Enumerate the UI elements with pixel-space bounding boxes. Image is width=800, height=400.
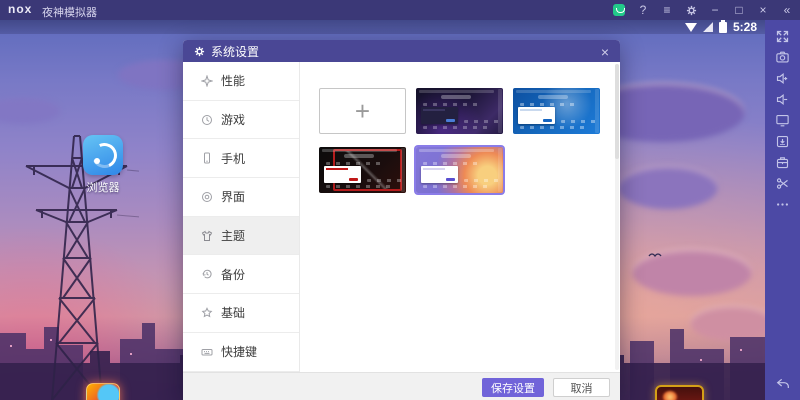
cancel-button[interactable]: 取消 bbox=[553, 378, 610, 397]
cloud bbox=[618, 165, 718, 209]
titlebar: nox 夜神模拟器 ? ≡ − □ × « bbox=[0, 0, 800, 20]
close-button[interactable]: × bbox=[756, 3, 770, 17]
more-icon[interactable] bbox=[765, 194, 800, 214]
help-icon[interactable]: ? bbox=[636, 3, 650, 17]
menu-item-basic[interactable]: 基础 bbox=[183, 294, 299, 333]
maximize-button[interactable]: □ bbox=[732, 3, 746, 17]
fullscreen-icon[interactable] bbox=[765, 26, 800, 46]
status-time: 5:28 bbox=[733, 20, 757, 34]
game-icon bbox=[200, 113, 213, 126]
menu-icon[interactable]: ≡ bbox=[660, 3, 674, 17]
dialog-footer: 保存设置 取消 bbox=[183, 372, 620, 400]
browser-app-label: 浏览器 bbox=[80, 179, 126, 195]
menu-item-label: 界面 bbox=[221, 188, 245, 205]
menu-item-interface[interactable]: 界面 bbox=[183, 178, 299, 217]
gear-icon bbox=[194, 46, 205, 57]
screenshot-icon[interactable] bbox=[765, 47, 800, 67]
theme-gallery: + bbox=[301, 62, 620, 372]
performance-icon bbox=[200, 74, 213, 87]
game-app-icon[interactable] bbox=[655, 385, 704, 400]
phone-icon bbox=[200, 152, 213, 165]
menu-item-label: 备份 bbox=[221, 266, 245, 283]
nox-logo: nox bbox=[8, 2, 32, 16]
theme-icon bbox=[200, 229, 213, 242]
bird bbox=[648, 252, 662, 258]
minimize-button[interactable]: − bbox=[708, 3, 722, 17]
backup-icon bbox=[200, 268, 213, 281]
settings-menu: 性能 游戏 手机 界面 主题 bbox=[183, 62, 300, 372]
back-icon[interactable] bbox=[765, 374, 800, 394]
virtual-key-icon[interactable] bbox=[765, 110, 800, 130]
menu-item-label: 游戏 bbox=[221, 111, 245, 128]
menu-item-label: 主题 bbox=[221, 227, 245, 244]
nox-emulator-window: nox 夜神模拟器 ? ≡ − □ × « bbox=[0, 0, 800, 400]
store-icon[interactable] bbox=[612, 3, 626, 17]
interface-icon bbox=[200, 190, 213, 203]
menu-item-label: 手机 bbox=[221, 150, 245, 167]
shared-folder-icon[interactable] bbox=[765, 152, 800, 172]
shake-icon[interactable] bbox=[765, 173, 800, 193]
theme-thumbnail-purple-selected[interactable] bbox=[416, 147, 503, 193]
volume-up-icon[interactable] bbox=[765, 68, 800, 88]
plus-icon: + bbox=[355, 96, 370, 127]
gear-icon[interactable] bbox=[684, 3, 698, 17]
scrollbar[interactable] bbox=[615, 64, 619, 370]
theme-thumbnail-dark[interactable] bbox=[416, 88, 503, 134]
theme-thumbnail-blue[interactable] bbox=[513, 88, 600, 134]
dialog-close-icon[interactable]: × bbox=[599, 42, 611, 62]
android-status-bar: 5:28 bbox=[0, 20, 765, 34]
menu-item-backup[interactable]: 备份 bbox=[183, 255, 299, 294]
browser-icon bbox=[83, 135, 123, 175]
menu-item-theme[interactable]: 主题 bbox=[183, 217, 299, 256]
browser-app-icon[interactable]: 浏览器 bbox=[80, 135, 126, 195]
collapse-icon[interactable]: « bbox=[780, 3, 794, 17]
dialog-header: 系统设置 × bbox=[183, 40, 620, 62]
dialog-title: 系统设置 bbox=[211, 43, 259, 60]
battery-icon bbox=[719, 22, 727, 33]
menu-item-performance[interactable]: 性能 bbox=[183, 62, 299, 101]
add-theme-button[interactable]: + bbox=[319, 88, 406, 134]
menu-item-label: 基础 bbox=[221, 304, 245, 321]
menu-item-game[interactable]: 游戏 bbox=[183, 101, 299, 140]
signal-icon bbox=[703, 22, 713, 32]
volume-down-icon[interactable] bbox=[765, 89, 800, 109]
game-app-icon[interactable] bbox=[86, 383, 120, 400]
menu-item-label: 性能 bbox=[221, 72, 245, 89]
shortcut-icon bbox=[200, 345, 213, 358]
basic-icon bbox=[200, 306, 213, 319]
menu-item-label: 快捷键 bbox=[221, 343, 257, 360]
window-title: 夜神模拟器 bbox=[42, 4, 97, 20]
menu-item-shortcut[interactable]: 快捷键 bbox=[183, 333, 299, 372]
install-apk-icon[interactable] bbox=[765, 131, 800, 151]
theme-thumbnail-red[interactable] bbox=[319, 147, 406, 193]
system-settings-dialog: 系统设置 × 性能 游戏 手机 界 bbox=[183, 40, 620, 400]
wifi-icon bbox=[685, 23, 697, 32]
menu-item-phone[interactable]: 手机 bbox=[183, 139, 299, 178]
save-settings-button[interactable]: 保存设置 bbox=[482, 378, 544, 397]
emulator-toolbar bbox=[765, 20, 800, 400]
